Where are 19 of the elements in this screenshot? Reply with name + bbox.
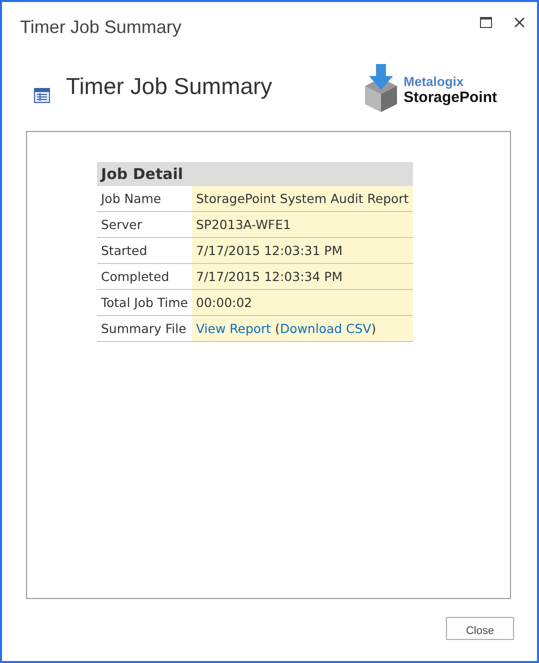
close-button[interactable]: Close: [446, 617, 514, 640]
cell-text: (: [274, 321, 280, 336]
report-link[interactable]: View Report: [196, 321, 272, 336]
cell-text: StoragePoint System Audit Report: [196, 191, 409, 206]
cell-text: 7/17/2015 12:03:31 PM: [196, 243, 343, 258]
window-title: Timer Job Summary: [20, 17, 182, 38]
maximize-icon[interactable]: [480, 17, 492, 28]
cell-text: ): [371, 321, 376, 336]
box-icon: [364, 64, 398, 112]
logo-product: StoragePoint: [404, 89, 497, 106]
report-link[interactable]: Download CSV: [280, 321, 372, 336]
page-title: Timer Job Summary: [66, 72, 274, 100]
table-heading: Job Detail: [97, 162, 413, 186]
table-icon: [34, 88, 50, 102]
cell-text: SP2013A-WFE1: [196, 217, 291, 232]
logo-brand: Metalogix: [404, 74, 465, 89]
cell-text: 7/17/2015 12:03:34 PM: [196, 269, 343, 284]
close-icon[interactable]: [514, 17, 525, 28]
cell-text: 00:00:02: [196, 295, 252, 310]
